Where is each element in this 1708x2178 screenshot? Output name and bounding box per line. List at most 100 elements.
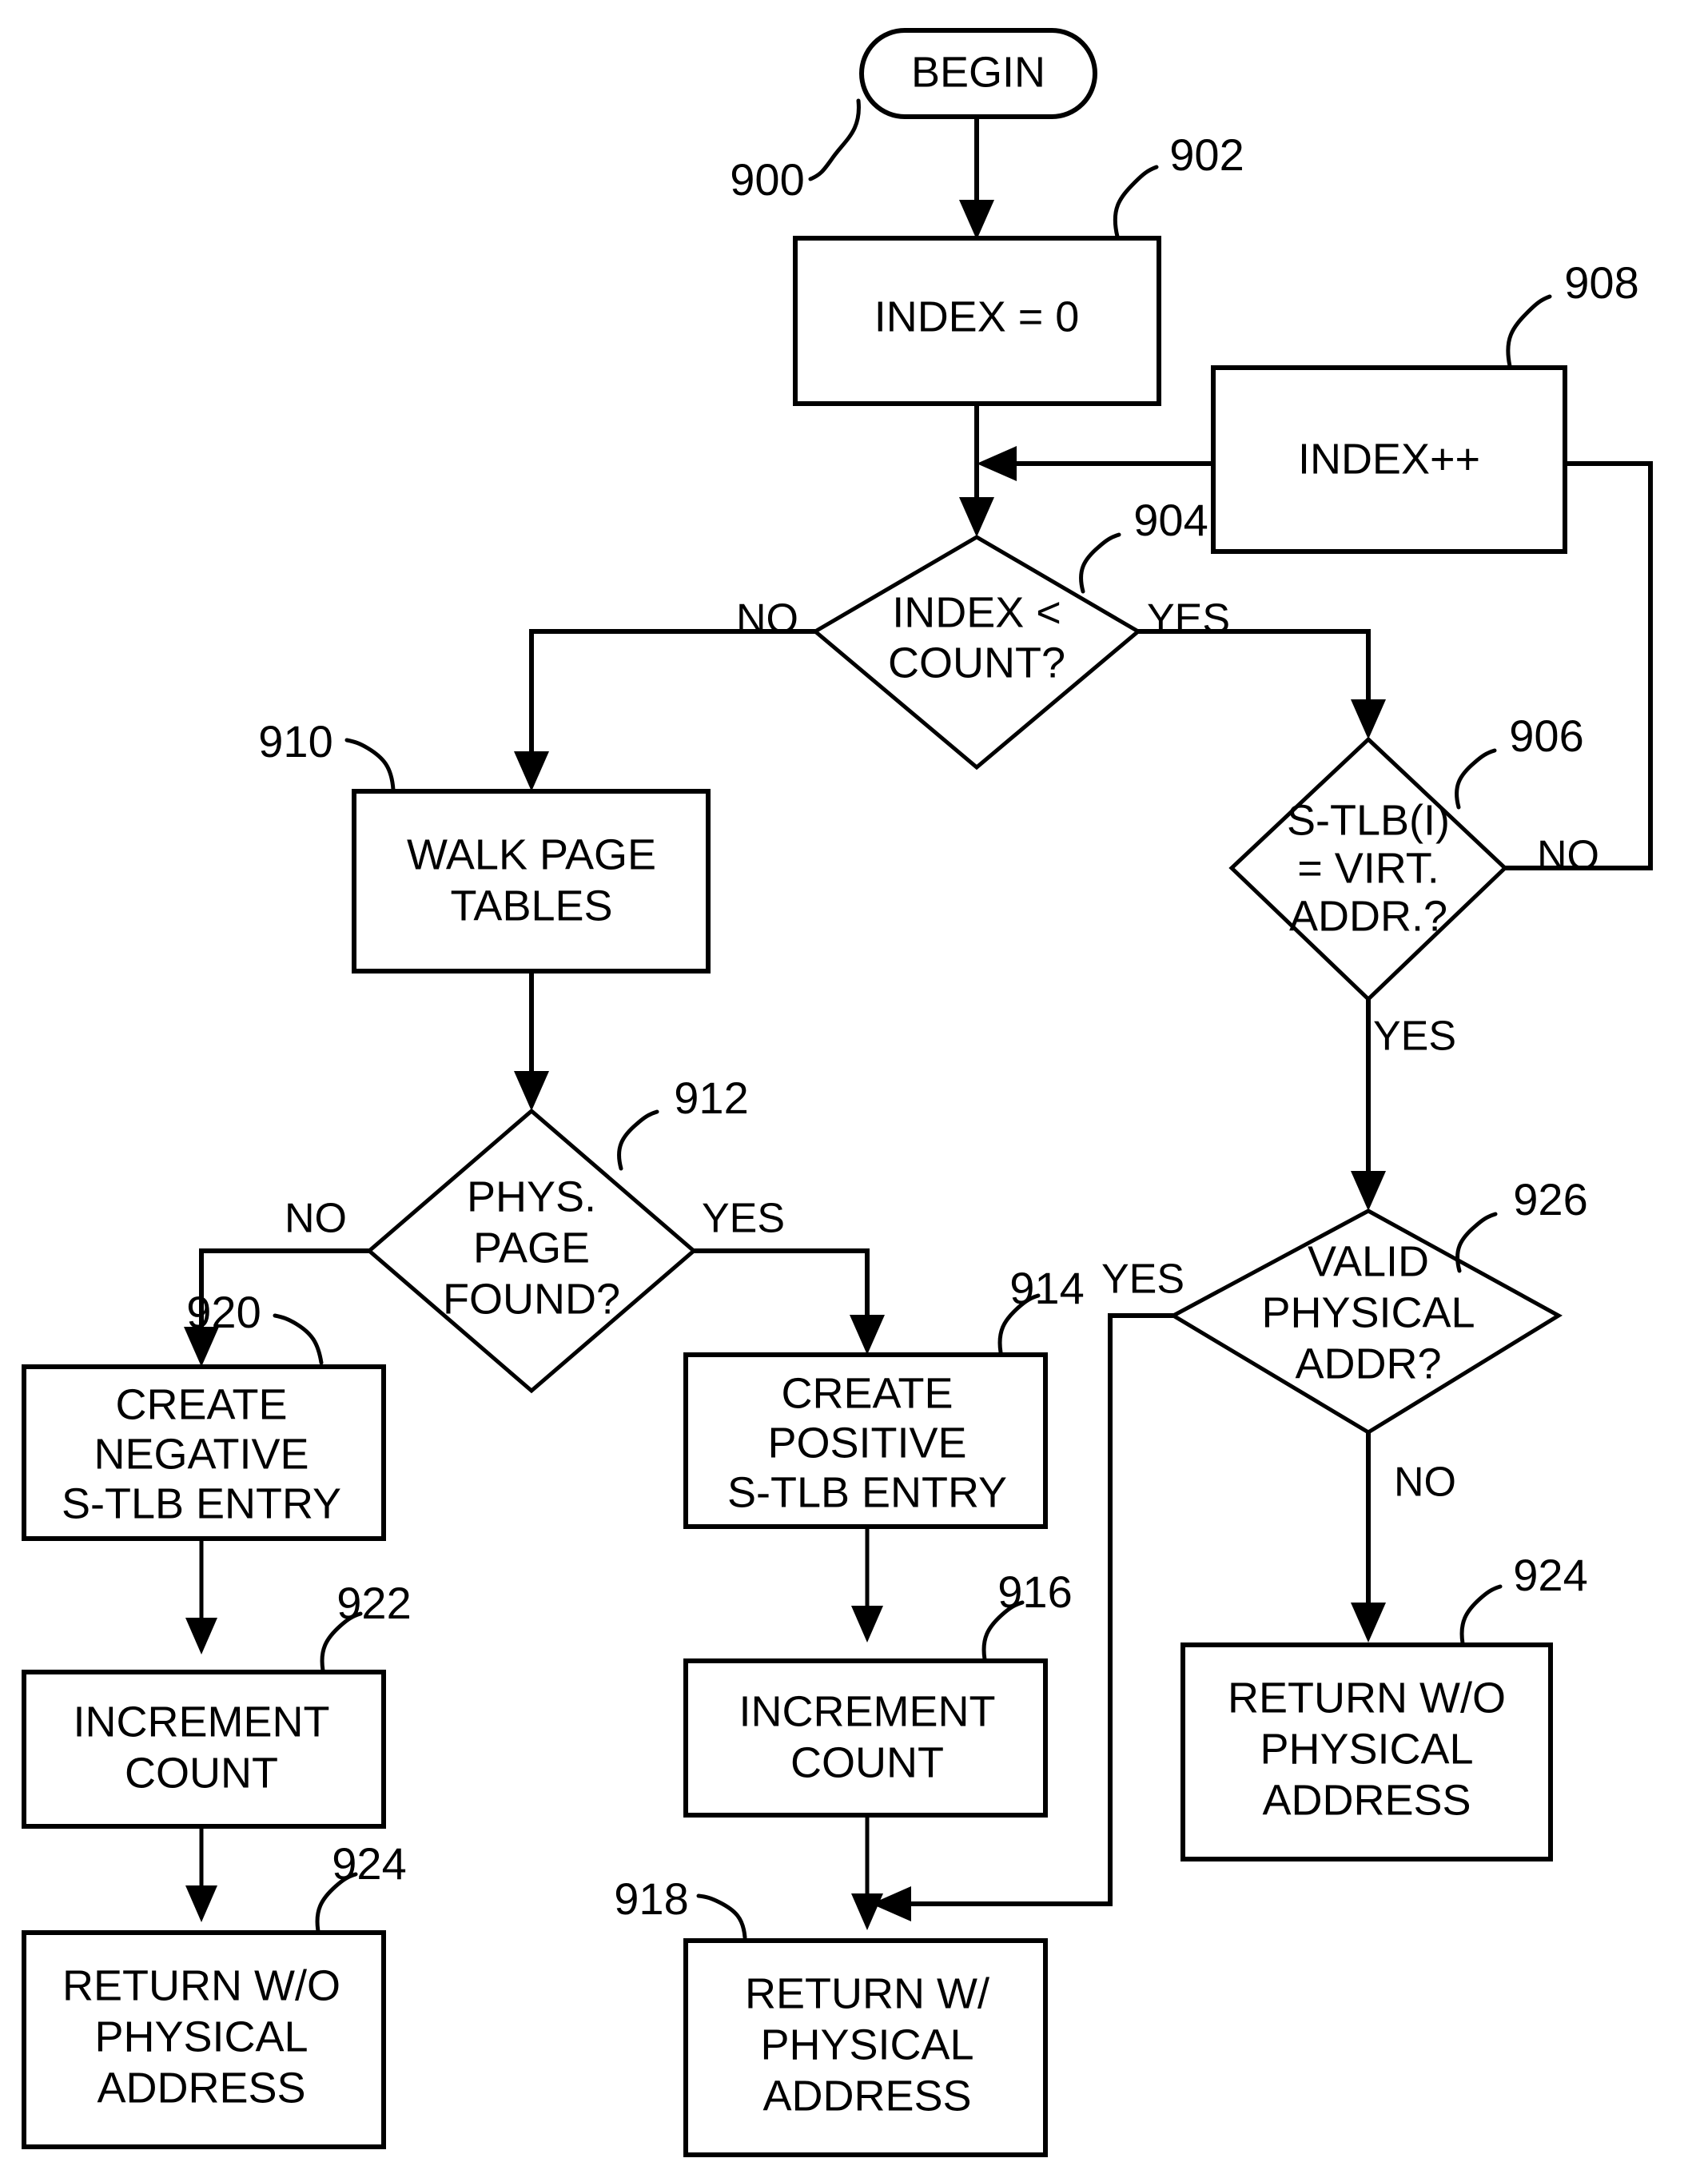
node-create-pos-label-0: CREATE <box>781 1369 953 1417</box>
ref-numeral-924-left-label: 924 <box>332 1838 406 1889</box>
node-walk-pages-label-1: TABLES <box>450 882 612 930</box>
branch-label-valid-phys-no: NO <box>1394 1459 1456 1506</box>
node-return-without-address-right: RETURN W/O PHYSICAL ADDRESS <box>1180 1642 1553 1861</box>
node-inc-mid-label-0: INCREMENT <box>739 1687 996 1735</box>
node-index-increment: INDEX++ <box>1211 365 1567 554</box>
node-index-zero-label-0: INDEX = 0 <box>874 293 1080 340</box>
node-decision-index-count: INDEX < COUNT? <box>811 535 1142 770</box>
node-decision-stlb-match: S-TLB(I) = VIRT. ADDR.? <box>1228 736 1508 1002</box>
branch-label-index-count-no: NO <box>736 596 798 643</box>
node-valid-phys-label-0: VALID <box>1308 1237 1429 1285</box>
ref-numeral-906-label: 906 <box>1509 711 1583 761</box>
branch-label-valid-phys-yes: YES <box>1101 1256 1184 1303</box>
node-index-count-label-0: INDEX < <box>892 588 1061 636</box>
node-ret-w-mid-label-0: RETURN W/ <box>745 1969 989 2017</box>
ref-numeral-924-right-label: 924 <box>1513 1550 1587 1600</box>
node-ret-wo-left-label-0: RETURN W/O <box>62 1961 340 2009</box>
node-create-neg-label-0: CREATE <box>115 1380 287 1428</box>
node-walk-page-tables: WALK PAGE TABLES <box>352 789 711 974</box>
ref-numeral-920-label: 920 <box>186 1287 261 1337</box>
ref-numeral-904-label: 904 <box>1133 495 1208 545</box>
ref-numeral-906: 906 <box>1455 711 1584 810</box>
ref-numeral-926-label: 926 <box>1513 1174 1587 1224</box>
connector-create-negative-to-increment <box>185 1539 217 1654</box>
node-create-positive-entry: CREATE POSITIVE S-TLB ENTRY <box>683 1352 1048 1529</box>
node-stlb-match-label-1: = VIRT. <box>1297 844 1439 892</box>
ref-numeral-908-label: 908 <box>1564 257 1638 308</box>
node-ret-wo-right-label-0: RETURN W/O <box>1228 1674 1506 1722</box>
node-ret-wo-right-label-2: ADDRESS <box>1262 1776 1471 1824</box>
node-inc-left-label-1: COUNT <box>125 1749 278 1797</box>
node-ret-wo-left-label-2: ADDRESS <box>97 2064 305 2112</box>
ref-numeral-926: 926 <box>1455 1174 1588 1273</box>
connector-index-zero-to-decision <box>959 404 994 537</box>
node-index-increment-label-0: INDEX++ <box>1298 435 1480 483</box>
node-ret-wo-left-label-1: PHYSICAL <box>94 2013 308 2061</box>
node-increment-count-left: INCREMENT COUNT <box>22 1670 386 1829</box>
ref-numeral-908: 908 <box>1506 257 1639 368</box>
node-stlb-match-label-2: ADDR.? <box>1289 892 1447 940</box>
flowchart-canvas: BEGIN INDEX = 0 INDEX++ INDEX < COUNT? S… <box>0 0 1708 2178</box>
ref-numeral-916: 916 <box>981 1567 1073 1662</box>
ref-numeral-922: 922 <box>320 1578 412 1673</box>
connector-create-positive-to-increment <box>851 1527 883 1642</box>
connector-increment-left-to-return-without <box>185 1826 217 1922</box>
node-ret-w-mid-label-1: PHYSICAL <box>760 2021 973 2069</box>
node-inc-mid-label-1: COUNT <box>790 1738 944 1786</box>
node-begin: BEGIN <box>859 28 1097 119</box>
node-ret-w-mid-label-2: ADDRESS <box>762 2072 971 2120</box>
node-increment-count-middle: INCREMENT COUNT <box>683 1658 1048 1818</box>
node-decision-valid-phys-addr: VALID PHYSICAL ADDR? <box>1169 1208 1563 1435</box>
ref-numeral-914-label: 914 <box>1009 1263 1084 1313</box>
ref-numeral-918: 918 <box>614 1873 747 1940</box>
flowchart-svg: BEGIN INDEX = 0 INDEX++ INDEX < COUNT? S… <box>22 28 1653 2157</box>
node-phys-found-label-0: PHYS. <box>467 1173 596 1220</box>
connector-valid-phys-no-to-return-without <box>1351 1432 1386 1642</box>
node-create-negative-entry: CREATE NEGATIVE S-TLB ENTRY <box>22 1364 386 1541</box>
branch-label-stlb-yes: YES <box>1373 1013 1456 1060</box>
ref-numeral-918-label: 918 <box>614 1873 688 1924</box>
node-valid-phys-label-2: ADDR? <box>1295 1340 1441 1388</box>
ref-numeral-900: 900 <box>730 98 861 205</box>
ref-numeral-910: 910 <box>258 716 396 792</box>
node-ret-wo-right-label-1: PHYSICAL <box>1260 1725 1473 1773</box>
connector-decision-no-to-walk-pages <box>514 629 815 791</box>
node-create-neg-label-2: S-TLB ENTRY <box>62 1479 341 1527</box>
connector-phys-found-yes-to-create-positive <box>694 1248 885 1355</box>
ref-numeral-910-label: 910 <box>258 716 332 766</box>
node-index-zero: INDEX = 0 <box>793 236 1161 406</box>
node-walk-pages-label-0: WALK PAGE <box>407 830 656 878</box>
node-create-pos-label-2: S-TLB ENTRY <box>727 1468 1007 1516</box>
ref-numeral-924-right: 924 <box>1459 1550 1588 1646</box>
node-begin-label-0: BEGIN <box>911 48 1045 96</box>
ref-numeral-912-label: 912 <box>674 1073 748 1123</box>
node-return-with-address: RETURN W/ PHYSICAL ADDRESS <box>683 1938 1048 2157</box>
ref-numeral-900-label: 900 <box>730 154 804 205</box>
branch-label-index-count-yes: YES <box>1147 596 1230 643</box>
node-inc-left-label-0: INCREMENT <box>74 1698 330 1746</box>
branch-label-phys-found-no: NO <box>285 1196 347 1242</box>
ref-numeral-914: 914 <box>997 1263 1085 1355</box>
node-valid-phys-label-1: PHYSICAL <box>1261 1288 1475 1336</box>
ref-numeral-924-left: 924 <box>315 1838 407 1933</box>
connector-walk-pages-to-phys-found <box>514 971 549 1111</box>
node-decision-phys-found: PHYS. PAGE FOUND? <box>366 1108 697 1394</box>
node-phys-found-label-1: PAGE <box>473 1224 590 1272</box>
ref-numeral-902-label: 902 <box>1169 129 1244 180</box>
node-create-neg-label-1: NEGATIVE <box>94 1430 309 1478</box>
ref-numeral-904: 904 <box>1079 495 1208 594</box>
branch-label-phys-found-yes: YES <box>702 1196 785 1242</box>
ref-numeral-916-label: 916 <box>997 1567 1072 1617</box>
connector-index-inc-to-trunk <box>977 446 1215 481</box>
ref-numeral-912: 912 <box>617 1073 749 1171</box>
node-index-count-label-1: COUNT? <box>888 639 1065 687</box>
branch-label-stlb-no: NO <box>1537 833 1599 879</box>
node-phys-found-label-2: FOUND? <box>443 1275 620 1323</box>
connector-increment-middle-to-return-with <box>851 1816 883 1930</box>
node-stlb-match-label-0: S-TLB(I) <box>1287 796 1450 844</box>
ref-numeral-902: 902 <box>1113 129 1244 239</box>
ref-numeral-922-label: 922 <box>336 1578 411 1628</box>
node-return-without-address-left: RETURN W/O PHYSICAL ADDRESS <box>22 1930 386 2149</box>
node-create-pos-label-1: POSITIVE <box>767 1419 966 1467</box>
connector-decision-yes-to-stlb <box>1138 629 1386 739</box>
